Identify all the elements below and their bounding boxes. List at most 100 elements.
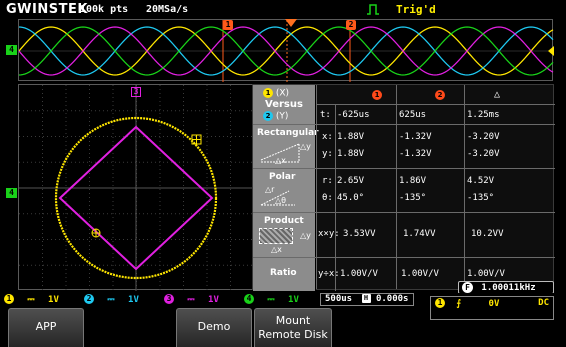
trigger-source-badge: 1 — [435, 298, 445, 308]
product-dy: △y — [300, 231, 311, 240]
rect-x-label: x: — [322, 132, 333, 142]
product-title: Product — [264, 216, 304, 226]
trigger-coupling: DC — [538, 298, 549, 308]
ch1-status[interactable]: 1 ⎓ 1V — [4, 294, 59, 305]
product-dx: △x — [271, 245, 282, 254]
demo-softkey[interactable]: Demo — [176, 308, 252, 347]
polar-theta-cursor1: 45.0° — [337, 193, 365, 203]
polar-title: Polar — [269, 172, 296, 182]
trigger-status: Trig'd — [396, 3, 436, 16]
rect-y-delta: -3.20V — [467, 149, 500, 159]
ch4-coupling-icon: ⎓ — [267, 294, 275, 305]
time-cursor2: 625us — [399, 110, 427, 120]
product-label: x×y: — [318, 229, 340, 239]
ch3-coupling-icon: ⎓ — [187, 294, 195, 305]
time-delta: 1.25ms — [467, 110, 500, 120]
versus-header: 1 (X) Versus 2 (Y) — [253, 85, 316, 124]
rectangular-header: Rectangular △y △x — [253, 125, 319, 168]
time-label: t: — [320, 110, 331, 120]
ratio-cursor2: 1.00V/V — [401, 269, 439, 279]
versus-title: Versus — [265, 99, 303, 110]
product-cursor1: 3.53VV — [343, 229, 376, 239]
ch4-status[interactable]: 4 ⎓ 1V — [244, 294, 299, 305]
rect-x-cursor2: -1.32V — [399, 132, 432, 142]
cursor2-marker[interactable]: 2 — [346, 20, 356, 30]
product-delta: 10.2VV — [471, 229, 504, 239]
product-header: Product △y △x — [253, 213, 316, 257]
cursor-measurement-table: 1 (X) Versus 2 (Y) 1 2 △ t: -625us 625us… — [252, 84, 555, 291]
app-softkey[interactable]: APP — [8, 308, 84, 347]
rect-x-delta: -3.20V — [467, 132, 500, 142]
versus-x-badge: 1 — [263, 88, 273, 98]
versus-y-badge: 2 — [263, 111, 273, 121]
timebase-readout[interactable]: 500us H 0.000s — [320, 293, 414, 306]
ratio-delta: 1.00V/V — [467, 269, 505, 279]
product-cursor2: 1.74VV — [403, 229, 436, 239]
cursor1-column-header: 1 — [372, 90, 382, 100]
mount-label-line1: Mount — [275, 314, 311, 327]
table-header-row: 1 (X) Versus 2 (Y) 1 2 △ t: -625us 625us… — [253, 85, 555, 125]
ch3-status[interactable]: 3 ⎓ 1V — [164, 294, 219, 305]
ch3-marker: 3 — [131, 87, 141, 97]
rectangular-row: Rectangular △y △x x: 1.88V -1.32V -3.20V… — [253, 125, 555, 169]
polar-dtheta: △θ — [275, 196, 287, 205]
ch4-offset-marker: 4 — [6, 45, 17, 55]
product-row: Product △y △x x×y: 3.53VV 1.74VV 10.2VV — [253, 213, 555, 258]
rectangular-dx: △x — [275, 156, 286, 165]
ch4-badge: 4 — [244, 294, 254, 304]
trigger-level: 0V — [488, 298, 500, 309]
demo-softkey-label: Demo — [197, 320, 231, 333]
polar-theta-cursor2: -135° — [399, 193, 427, 203]
trigger-readout[interactable]: 1 ⨍ 0V DC — [430, 296, 554, 320]
frequency-value: 1.00011kHz — [481, 283, 536, 293]
ch2-badge: 2 — [84, 294, 94, 304]
mount-remote-disk-softkey[interactable]: Mount Remote Disk — [254, 308, 332, 347]
frequency-icon: F — [462, 282, 473, 293]
versus-y-suffix: (Y) — [275, 111, 289, 122]
trigger-edge-icon — [367, 4, 379, 15]
mount-label-line2: Remote Disk — [258, 328, 328, 341]
app-softkey-label: APP — [35, 320, 57, 333]
time-cursor1: -625us — [337, 110, 370, 120]
record-length: 100k pts — [80, 4, 129, 15]
sample-rate: 20MSa/s — [146, 4, 189, 15]
ratio-header: Ratio — [253, 258, 316, 291]
rect-y-cursor1: 1.88V — [337, 149, 365, 159]
ratio-title: Ratio — [270, 268, 297, 278]
polar-dr: △r — [265, 185, 275, 194]
rectangular-dy: △y — [300, 142, 311, 151]
waveform-overview[interactable]: 1 2 — [18, 19, 554, 82]
trigger-position-marker — [285, 19, 297, 27]
rect-x-cursor1: 1.88V — [337, 132, 365, 142]
ch2-status[interactable]: 2 ⎓ 1V — [84, 294, 139, 305]
rectangular-title: Rectangular — [257, 128, 319, 138]
polar-header: Polar △r △θ — [253, 169, 316, 212]
delta-column-header: △ — [494, 89, 501, 100]
ch4-level-marker: 4 — [6, 188, 17, 198]
ch1-coupling-icon: ⎓ — [27, 294, 35, 305]
brand-logo: GWINSTEK — [6, 2, 88, 17]
overview-waveforms — [19, 20, 554, 82]
polar-row: Polar △r △θ r: 2.65V 1.86V 4.52V θ: 45.0… — [253, 169, 555, 213]
ratio-label: y÷x: — [318, 269, 340, 279]
polar-r-cursor2: 1.86V — [399, 176, 427, 186]
ratio-cursor1: 1.00V/V — [340, 269, 378, 279]
ch1-badge: 1 — [4, 294, 14, 304]
polar-r-cursor1: 2.65V — [337, 176, 365, 186]
ch3-badge: 3 — [164, 294, 174, 304]
cursor1-marker[interactable]: 1 — [223, 20, 233, 30]
polar-theta-label: θ: — [322, 193, 333, 203]
rect-y-label: y: — [322, 149, 333, 159]
polar-theta-delta: -135° — [467, 193, 495, 203]
ch2-coupling-icon: ⎓ — [107, 294, 115, 305]
polar-r-label: r: — [322, 176, 333, 186]
ch1-scale: 1V — [48, 294, 59, 305]
timebase-position: 0.000s — [375, 294, 409, 304]
ch2-scale: 1V — [128, 294, 139, 305]
ch4-scale: 1V — [288, 294, 299, 305]
horizontal-position-icon: H — [361, 294, 371, 303]
polar-r-delta: 4.52V — [467, 176, 495, 186]
timebase-scale: 500us — [325, 294, 353, 304]
ch3-scale: 1V — [208, 294, 219, 305]
status-bar: GWINSTEK 100k pts 20MSa/s Trig'd — [0, 0, 566, 19]
